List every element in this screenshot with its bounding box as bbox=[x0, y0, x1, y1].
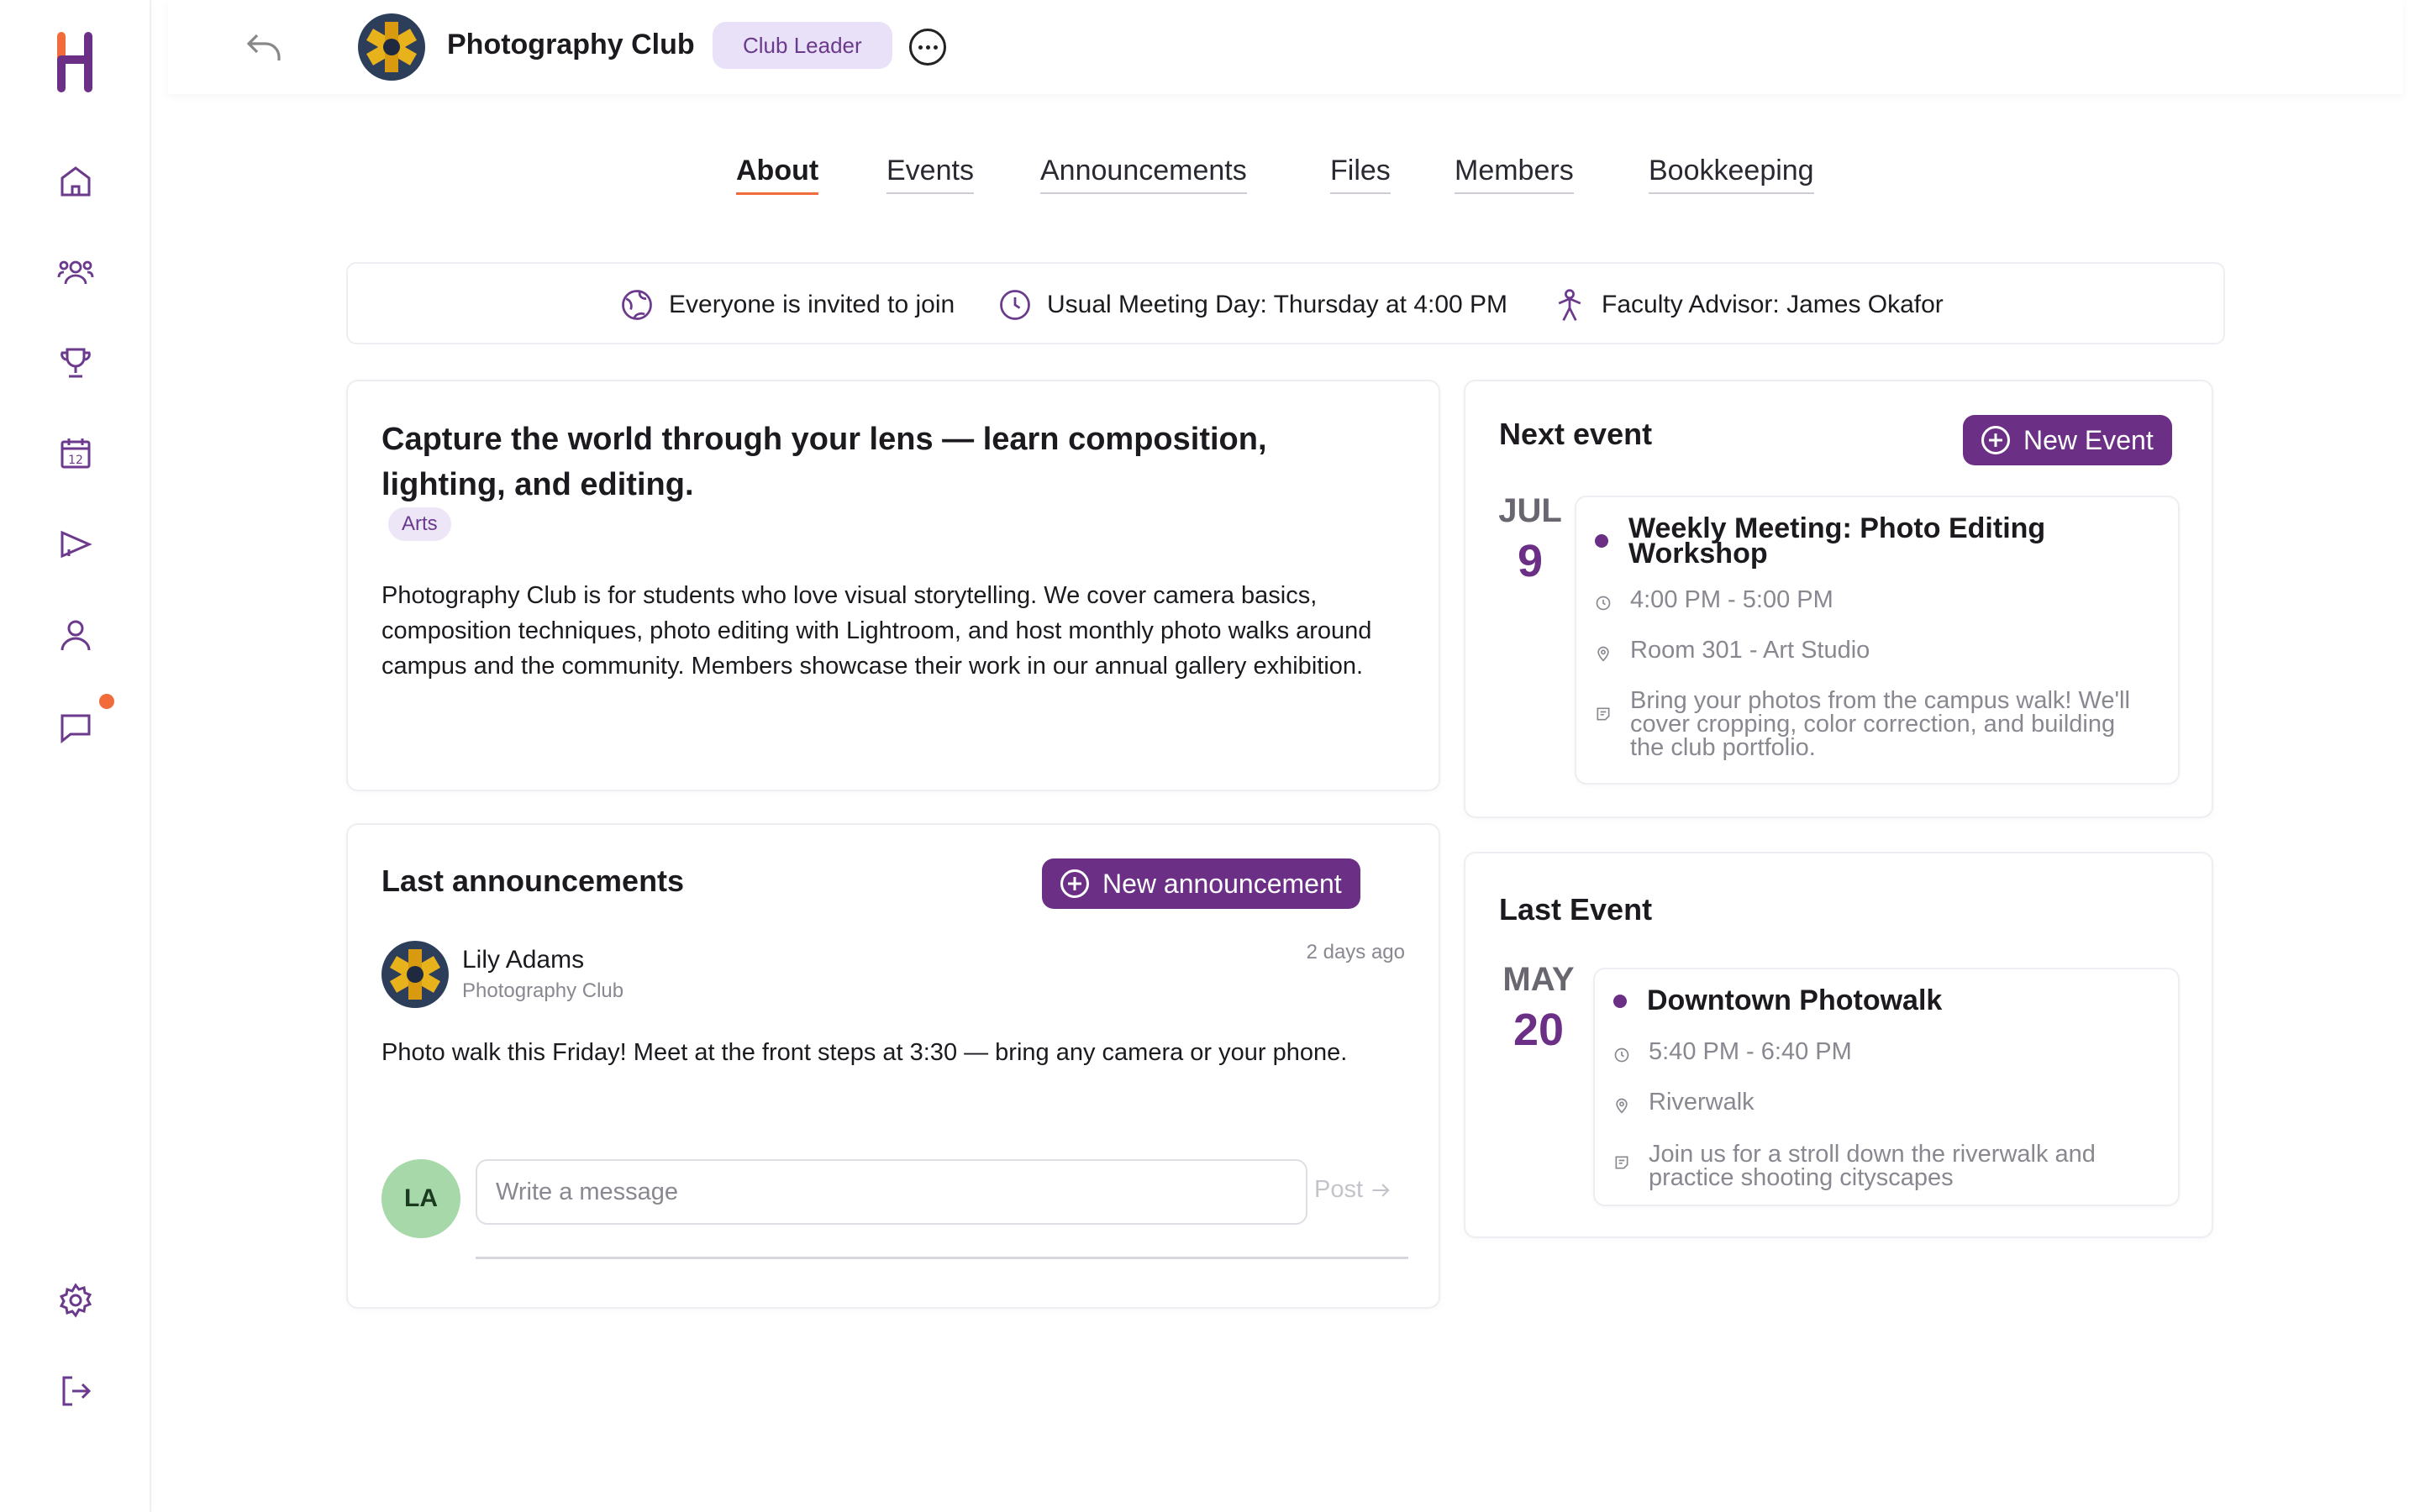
advisor-info: Faculty Advisor: James Okafor bbox=[1551, 264, 1944, 346]
next-event-location-row: Room 301 - Art Studio bbox=[1595, 637, 1870, 664]
calendar-icon[interactable]: 12 bbox=[50, 428, 101, 479]
back-arrow-icon[interactable] bbox=[239, 25, 289, 69]
settings-icon[interactable] bbox=[50, 1275, 101, 1326]
last-event-month: MAY bbox=[1502, 961, 1575, 998]
tab-events[interactable]: Events bbox=[886, 155, 974, 194]
next-event-card: Next event New Event JUL 9 Weekly Meetin… bbox=[1464, 380, 2213, 818]
logout-icon[interactable] bbox=[50, 1366, 101, 1416]
location-pin-icon bbox=[1597, 646, 1609, 662]
svg-text:12: 12 bbox=[68, 454, 83, 467]
tab-bookkeeping[interactable]: Bookkeeping bbox=[1649, 155, 1814, 194]
last-event-desc-row: Join us for a stroll down the riverwalk … bbox=[1613, 1141, 2168, 1191]
author-avatar bbox=[381, 941, 449, 1008]
new-announcement-button[interactable]: New announcement bbox=[1042, 858, 1360, 909]
last-event-description: Join us for a stroll down the riverwalk … bbox=[1649, 1141, 2096, 1191]
plus-circle-icon bbox=[1060, 869, 1089, 898]
next-event-month: JUL bbox=[1498, 492, 1562, 529]
tab-announcements[interactable]: Announcements bbox=[1040, 155, 1247, 194]
sidebar: 12 bbox=[0, 0, 151, 1512]
post-button[interactable]: Post bbox=[1314, 1176, 1393, 1204]
next-event-description: Bring your photos from the campus walk! … bbox=[1630, 687, 2130, 761]
chat-icon[interactable] bbox=[50, 702, 101, 753]
new-event-button[interactable]: New Event bbox=[1963, 415, 2172, 465]
invite-text: Everyone is invited to join bbox=[669, 291, 955, 318]
next-event-box[interactable]: Weekly Meeting: Photo Editing Workshop 4… bbox=[1575, 496, 2180, 785]
next-event-time: 4:00 PM - 5:00 PM bbox=[1630, 586, 1833, 613]
composer-divider bbox=[476, 1257, 1408, 1259]
current-user-avatar: LA bbox=[381, 1159, 460, 1238]
about-card: Capture the world through your lens — le… bbox=[346, 380, 1440, 791]
author-club: Photography Club bbox=[462, 979, 624, 1002]
last-event-day: 20 bbox=[1512, 1005, 1565, 1055]
last-event-date: MAY 20 bbox=[1492, 961, 1585, 1056]
location-pin-icon bbox=[1616, 1098, 1628, 1114]
next-event-desc-row: Bring your photos from the campus walk! … bbox=[1595, 687, 2149, 761]
last-event-name: Downtown Photowalk bbox=[1647, 984, 1943, 1016]
club-tabs: About Events Announcements Files Members… bbox=[0, 155, 2420, 205]
last-event-time: 5:40 PM - 6:40 PM bbox=[1649, 1038, 1852, 1065]
club-info-bar: Everyone is invited to join Usual Meetin… bbox=[346, 262, 2225, 344]
next-event-day: 9 bbox=[1517, 536, 1544, 586]
megaphone-icon[interactable] bbox=[50, 519, 101, 570]
next-event-location: Room 301 - Art Studio bbox=[1630, 637, 1870, 664]
note-icon bbox=[1615, 1156, 1628, 1169]
plus-circle-icon bbox=[1981, 426, 2010, 454]
clock-icon bbox=[1596, 596, 1611, 611]
globe-icon bbox=[622, 290, 652, 320]
invite-info: Everyone is invited to join bbox=[618, 264, 955, 346]
tab-members[interactable]: Members bbox=[1455, 155, 1574, 194]
meeting-info: Usual Meeting Day: Thursday at 4:00 PM bbox=[997, 264, 1507, 346]
event-bullet bbox=[1595, 534, 1608, 548]
club-name: Photography Club bbox=[447, 29, 695, 60]
trophy-icon[interactable] bbox=[50, 338, 101, 388]
next-event-time-row: 4:00 PM - 5:00 PM bbox=[1595, 588, 1833, 612]
category-badge: Arts bbox=[388, 507, 451, 541]
event-bullet bbox=[1613, 995, 1627, 1008]
role-badge: Club Leader bbox=[713, 22, 892, 69]
meeting-text: Usual Meeting Day: Thursday at 4:00 PM bbox=[1047, 291, 1508, 318]
last-event-card: Last Event MAY 20 Downtown Photowalk 5:4… bbox=[1464, 852, 2213, 1238]
announcement-time: 2 days ago bbox=[1306, 941, 1405, 963]
clock-icon bbox=[1614, 1047, 1629, 1063]
club-description: Photography Club is for students who lov… bbox=[381, 582, 1372, 680]
author-name: Lily Adams bbox=[462, 946, 585, 974]
advisor-text: Faculty Advisor: James Okafor bbox=[1602, 291, 1944, 318]
app-logo[interactable] bbox=[54, 30, 97, 94]
profile-icon[interactable] bbox=[50, 610, 101, 660]
last-event-time-row: 5:40 PM - 6:40 PM bbox=[1613, 1038, 1852, 1065]
club-header: Photography Club Club Leader bbox=[168, 0, 2403, 94]
arrow-right-icon bbox=[1372, 1183, 1390, 1197]
clock-icon bbox=[1000, 290, 1030, 320]
note-icon bbox=[1597, 707, 1610, 721]
announcement-text: Photo walk this Friday! Meet at the fron… bbox=[381, 1039, 1348, 1066]
message-input[interactable] bbox=[476, 1159, 1307, 1225]
announcements-card: Last announcements New announcement Lily… bbox=[346, 823, 1440, 1309]
announcements-title: Last announcements bbox=[381, 864, 685, 898]
more-options-icon[interactable] bbox=[909, 29, 946, 66]
next-event-name: Weekly Meeting: Photo Editing Workshop bbox=[1628, 512, 2046, 570]
users-icon[interactable] bbox=[50, 247, 101, 297]
notification-dot bbox=[99, 694, 114, 709]
last-event-title: Last Event bbox=[1499, 892, 1653, 927]
next-event-title: Next event bbox=[1499, 417, 1653, 451]
tab-files[interactable]: Files bbox=[1330, 155, 1391, 194]
advisor-icon bbox=[1558, 289, 1581, 321]
last-event-location: Riverwalk bbox=[1649, 1089, 1754, 1116]
next-event-date: JUL 9 bbox=[1492, 492, 1568, 587]
post-label: Post bbox=[1314, 1176, 1364, 1203]
club-avatar bbox=[358, 13, 425, 81]
club-tagline: Capture the world through your lens — le… bbox=[381, 422, 1267, 502]
new-announcement-label: New announcement bbox=[1102, 868, 1342, 899]
last-event-box[interactable]: Downtown Photowalk 5:40 PM - 6:40 PM Riv… bbox=[1593, 968, 2180, 1206]
last-event-location-row: Riverwalk bbox=[1613, 1089, 1754, 1116]
new-event-label: New Event bbox=[2023, 424, 2154, 455]
tab-about[interactable]: About bbox=[736, 155, 819, 195]
